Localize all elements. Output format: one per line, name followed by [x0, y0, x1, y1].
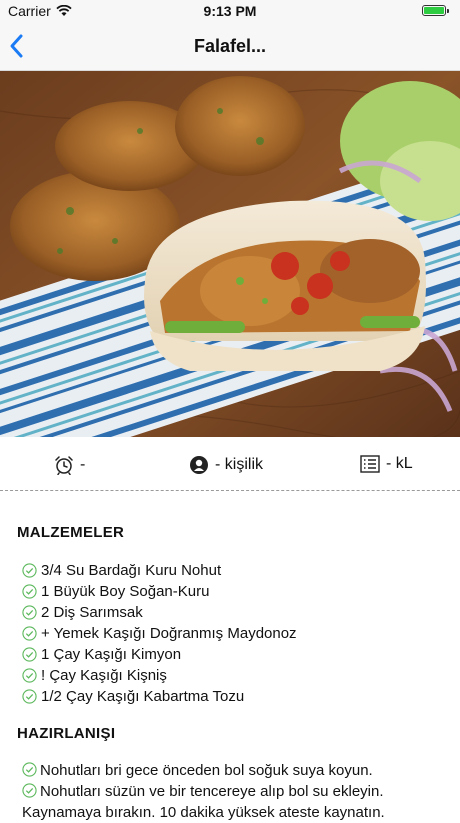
section-divider — [0, 490, 460, 491]
ingredient-label: ! Çay Kaşığı Kişniş — [41, 667, 167, 684]
ingredient-label: 3/4 Su Bardağı Kuru Nohut — [41, 562, 222, 579]
ingredient-label: + Yemek Kaşığı Doğranmış Maydonoz — [41, 625, 297, 642]
ingredient-item: 2 Diş Sarımsak — [22, 602, 297, 623]
clock-label: 9:13 PM — [203, 3, 257, 19]
ingredient-item: 1 Çay Kaşığı Kimyon — [22, 644, 297, 665]
servings-info: - kişilik — [189, 455, 263, 475]
step-text: Nohutları bri gece önceden bol soğuk suy… — [40, 762, 373, 779]
check-circle-icon — [22, 668, 37, 683]
ingredient-item: + Yemek Kaşığı Doğranmış Maydonoz — [22, 623, 297, 644]
check-circle-icon — [22, 584, 37, 599]
ingredients-title: MALZEMELER — [17, 524, 125, 541]
recipe-photo — [0, 71, 460, 437]
ingredient-item: 3/4 Su Bardağı Kuru Nohut — [22, 560, 297, 581]
check-circle-icon — [22, 626, 37, 641]
calories-value: - kL — [386, 455, 413, 472]
ingredient-label: 2 Diş Sarımsak — [41, 604, 143, 621]
ingredient-item: 1/2 Çay Kaşığı Kabartma Tozu — [22, 686, 297, 707]
check-circle-icon — [22, 689, 37, 704]
step-text: Nohutları süzün ve bir tencereye alıp bo… — [22, 783, 385, 821]
check-circle-icon — [22, 563, 37, 578]
ingredient-label: 1 Çay Kaşığı Kimyon — [41, 646, 182, 663]
preparation-title: HAZIRLANIŞI — [17, 725, 116, 742]
ingredient-label: 1/2 Çay Kaşığı Kabartma Tozu — [41, 688, 245, 705]
prep-time-value: - — [80, 456, 86, 473]
ingredient-item: ! Çay Kaşığı Kişniş — [22, 665, 297, 686]
ingredient-label: 1 Büyük Boy Soğan-Kuru — [41, 583, 210, 600]
prep-time-info: - — [54, 455, 85, 475]
ingredient-item: 1 Büyük Boy Soğan-Kuru — [22, 581, 297, 602]
step-item: Nohutları bri gece önceden bol soğuk suy… — [22, 760, 452, 781]
servings-value: - kişilik — [215, 456, 263, 473]
check-circle-icon — [22, 647, 37, 662]
step-item: Nohutları süzün ve bir tencereye alıp bo… — [22, 781, 452, 823]
list-icon — [360, 455, 380, 473]
ingredients-list: 3/4 Su Bardağı Kuru Nohut 1 Büyük Boy So… — [22, 560, 297, 707]
status-bar: Carrier 9:13 PM — [0, 0, 460, 22]
calories-info: - kL — [360, 455, 413, 473]
battery-icon — [422, 5, 449, 16]
chef-icon — [190, 456, 208, 474]
page-title: Falafel... — [193, 36, 267, 56]
navigation-bar: Falafel... — [0, 22, 460, 71]
alarm-clock-icon — [55, 456, 73, 475]
preparation-steps: Nohutları bri gece önceden bol soğuk suy… — [22, 760, 452, 823]
check-circle-icon — [22, 762, 37, 777]
check-circle-icon — [22, 783, 37, 798]
check-circle-icon — [22, 605, 37, 620]
recipe-info-row: - - kişilik - kL — [0, 437, 460, 491]
